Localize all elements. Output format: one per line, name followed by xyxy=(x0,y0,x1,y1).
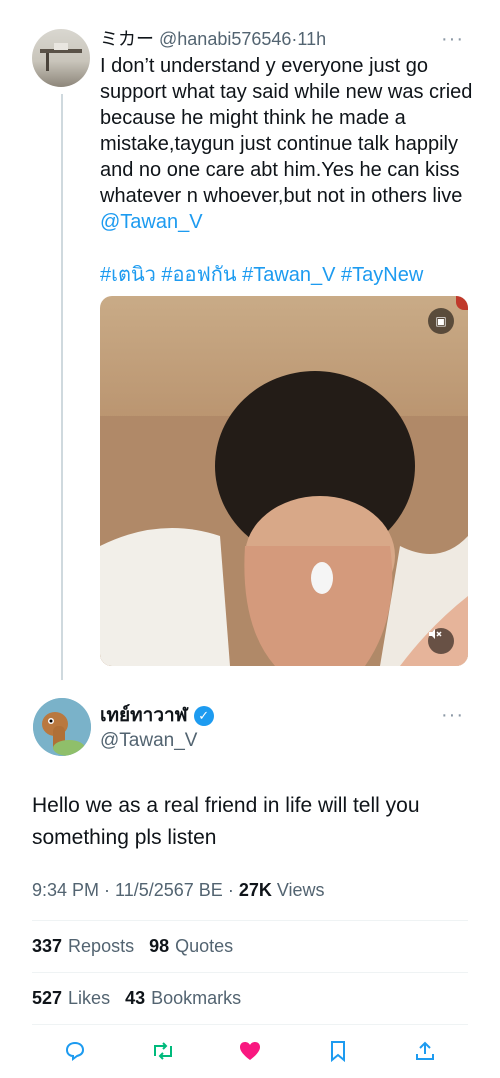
more-options-icon[interactable]: ··· xyxy=(441,28,464,51)
display-name[interactable]: ミカー xyxy=(100,29,154,49)
more-options-icon[interactable]: ··· xyxy=(441,704,464,727)
tweet-body: I don’t understand y everyone just go su… xyxy=(100,55,473,207)
share-icon[interactable] xyxy=(410,1036,440,1066)
hashtag-link[interactable]: #TayNew xyxy=(341,264,423,286)
display-name[interactable]: เทย์ทาวาฬ xyxy=(100,704,188,728)
reposts-count[interactable]: 337 xyxy=(32,936,62,956)
video-frame xyxy=(100,371,468,666)
tweet-meta: 9:34 PM · 11/5/2567 BE · 27K Views xyxy=(32,880,325,900)
quotes-label[interactable]: Quotes xyxy=(175,936,233,956)
tweet-text: Hello we as a real friend in life will t… xyxy=(32,794,420,849)
likes-label[interactable]: Likes xyxy=(68,988,110,1008)
verified-icon: ✓ xyxy=(193,706,214,726)
likes-count[interactable]: 527 xyxy=(32,988,62,1008)
overlay-tab xyxy=(456,296,468,310)
tweet-header: ミカー @hanabi576546·11h xyxy=(100,29,327,49)
hashtag-link[interactable]: #Tawan_V xyxy=(242,264,335,286)
thread-connector xyxy=(61,94,63,680)
engagement-row: 337 Reposts 98 Quotes xyxy=(32,936,233,957)
handle[interactable]: @Tawan_V xyxy=(100,730,197,752)
views-count[interactable]: 27K xyxy=(239,880,272,900)
divider xyxy=(32,1024,468,1025)
bookmarks-label[interactable]: Bookmarks xyxy=(151,988,241,1008)
timestamp[interactable]: 11h xyxy=(297,29,326,49)
handle[interactable]: @hanabi576546 xyxy=(159,29,291,49)
tag-icon[interactable]: ▣ xyxy=(428,308,454,334)
hashtags: #เตนิว #ออฟกัน #Tawan_V #TayNew xyxy=(100,262,423,288)
video-thumbnail[interactable]: ▣ xyxy=(100,296,468,666)
hashtag-link[interactable]: #ออฟกัน xyxy=(161,264,236,286)
bookmarks-count[interactable]: 43 xyxy=(125,988,145,1008)
views-label: Views xyxy=(276,880,325,900)
avatar[interactable] xyxy=(32,29,90,87)
like-icon[interactable] xyxy=(235,1036,265,1066)
mention-link[interactable]: @Tawan_V xyxy=(100,211,203,233)
divider xyxy=(32,920,468,921)
repost-icon[interactable] xyxy=(148,1036,178,1066)
reposts-label[interactable]: Reposts xyxy=(68,936,134,956)
engagement-row: 527 Likes 43 Bookmarks xyxy=(32,988,241,1009)
bookmark-icon[interactable] xyxy=(323,1036,353,1066)
divider xyxy=(32,972,468,973)
tweet-author: เทย์ทาวาฬ ✓ xyxy=(100,704,214,728)
reply-icon[interactable] xyxy=(60,1036,90,1066)
quotes-count[interactable]: 98 xyxy=(149,936,169,956)
timestamp[interactable]: 9:34 PM xyxy=(32,880,99,900)
tweet-text: I don’t understand y everyone just go su… xyxy=(100,53,480,235)
action-bar xyxy=(32,1036,468,1066)
mute-icon[interactable] xyxy=(428,628,454,654)
hashtag-link[interactable]: #เตนิว xyxy=(100,264,156,286)
date[interactable]: 11/5/2567 BE xyxy=(115,880,223,900)
avatar[interactable] xyxy=(33,698,91,756)
